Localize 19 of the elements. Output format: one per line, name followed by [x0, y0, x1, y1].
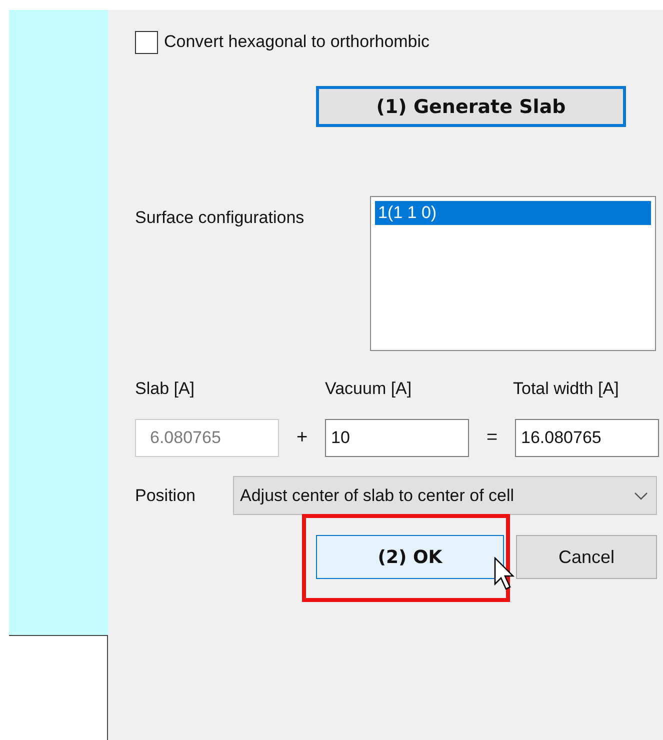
cancel-button[interactable]: Cancel — [516, 535, 657, 579]
checkbox-label: Convert hexagonal to orthorhombic — [164, 32, 430, 52]
list-item[interactable]: 1(1 1 0) — [375, 201, 651, 225]
checkbox[interactable] — [135, 30, 158, 54]
generate-slab-button[interactable]: (1) Generate Slab — [316, 86, 626, 127]
cursor-icon — [494, 557, 516, 591]
field-label: Total width [A] — [513, 379, 620, 399]
surface-list[interactable]: 1(1 1 0) — [370, 196, 656, 351]
position-label: Position — [135, 486, 196, 506]
chevron-down-icon — [634, 492, 648, 500]
number-field[interactable]: 10 — [325, 419, 469, 457]
number-field[interactable]: 16.080765 — [515, 419, 659, 457]
operator-sign: = — [485, 427, 499, 449]
ok-button[interactable]: (2) OK — [316, 535, 504, 579]
field-label: Vacuum [A] — [325, 379, 413, 399]
position-dropdown[interactable]: Adjust center of slab to center of cell — [233, 476, 657, 515]
field-label: Slab [A] — [135, 379, 196, 399]
surface-configurations-label: Surface configurations — [135, 208, 306, 229]
operator-sign: + — [295, 427, 309, 449]
